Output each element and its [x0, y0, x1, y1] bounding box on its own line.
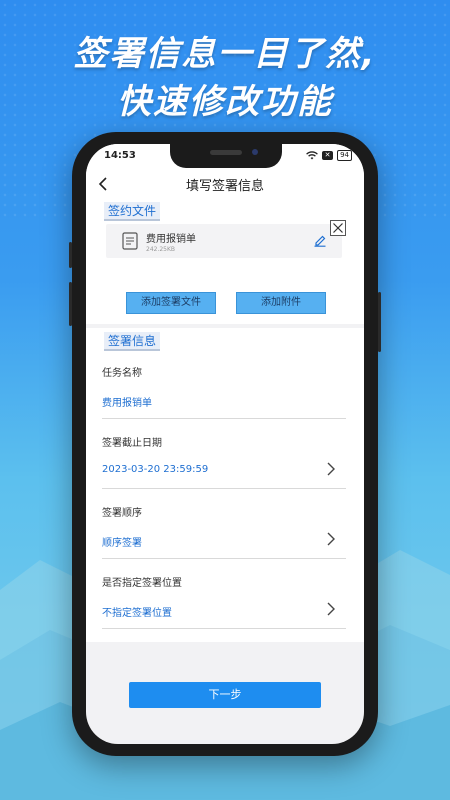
document-icon — [122, 232, 138, 250]
chevron-right-icon[interactable] — [326, 532, 336, 546]
file-size: 242.25KB — [146, 246, 176, 253]
signing-position-label: 是否指定签署位置 — [102, 578, 182, 589]
phone-screen: 14:53 ✕ 94 填写签署信息 签约文件 费用报销单 242.25KB 添加… — [86, 144, 364, 744]
deadline-value[interactable]: 2023-03-20 23:59:59 — [102, 464, 208, 475]
sim-disabled-icon: ✕ — [322, 151, 334, 160]
phone-button-power — [378, 292, 381, 352]
divider — [102, 558, 346, 559]
next-step-button[interactable]: 下一步 — [129, 682, 321, 708]
deadline-label: 签署截止日期 — [102, 438, 162, 449]
phone-button-volume — [69, 282, 72, 326]
contract-files-title: 签约文件 — [104, 202, 161, 221]
add-signing-file-button[interactable]: 添加签署文件 — [126, 292, 216, 314]
speaker-grille — [210, 150, 242, 155]
file-name: 费用报销单 — [146, 234, 196, 245]
signing-order-value[interactable]: 顺序签署 — [102, 534, 142, 549]
page-title: 填写签署信息 — [185, 179, 264, 194]
signing-info-card: 签署信息 任务名称 费用报销单 签署截止日期 2023-03-20 23:59:… — [86, 328, 364, 642]
chevron-right-icon[interactable] — [326, 602, 336, 616]
add-attachment-button[interactable]: 添加附件 — [236, 292, 326, 314]
task-name-input[interactable]: 费用报销单 — [102, 394, 152, 409]
file-item[interactable]: 费用报销单 242.25KB — [106, 224, 342, 258]
headline-line-1: 签署信息一目了然, — [73, 34, 377, 74]
pencil-icon[interactable] — [313, 233, 327, 247]
front-camera — [252, 149, 258, 155]
battery-icon: 94 — [337, 150, 352, 161]
phone-notch — [170, 144, 282, 168]
wifi-icon — [306, 151, 318, 160]
close-icon[interactable] — [330, 220, 346, 236]
phone-mockup: 14:53 ✕ 94 填写签署信息 签约文件 费用报销单 242.25KB 添加… — [69, 132, 381, 756]
divider — [102, 488, 346, 489]
signing-info-title: 签署信息 — [104, 332, 161, 351]
chevron-right-icon[interactable] — [326, 462, 336, 476]
status-icons: ✕ 94 — [306, 150, 352, 161]
contract-files-card: 签约文件 费用报销单 242.25KB 添加签署文件 添加附件 — [86, 200, 364, 324]
task-name-label: 任务名称 — [102, 368, 142, 379]
signing-order-label: 签署顺序 — [102, 508, 142, 519]
nav-bar: 填写签署信息 — [86, 168, 364, 200]
phone-button-mute — [69, 242, 72, 268]
divider — [102, 628, 346, 629]
status-time: 14:53 — [104, 150, 136, 161]
divider — [102, 418, 346, 419]
headline-line-2: 快速修改功能 — [117, 82, 333, 122]
signing-position-value[interactable]: 不指定签署位置 — [102, 604, 172, 619]
